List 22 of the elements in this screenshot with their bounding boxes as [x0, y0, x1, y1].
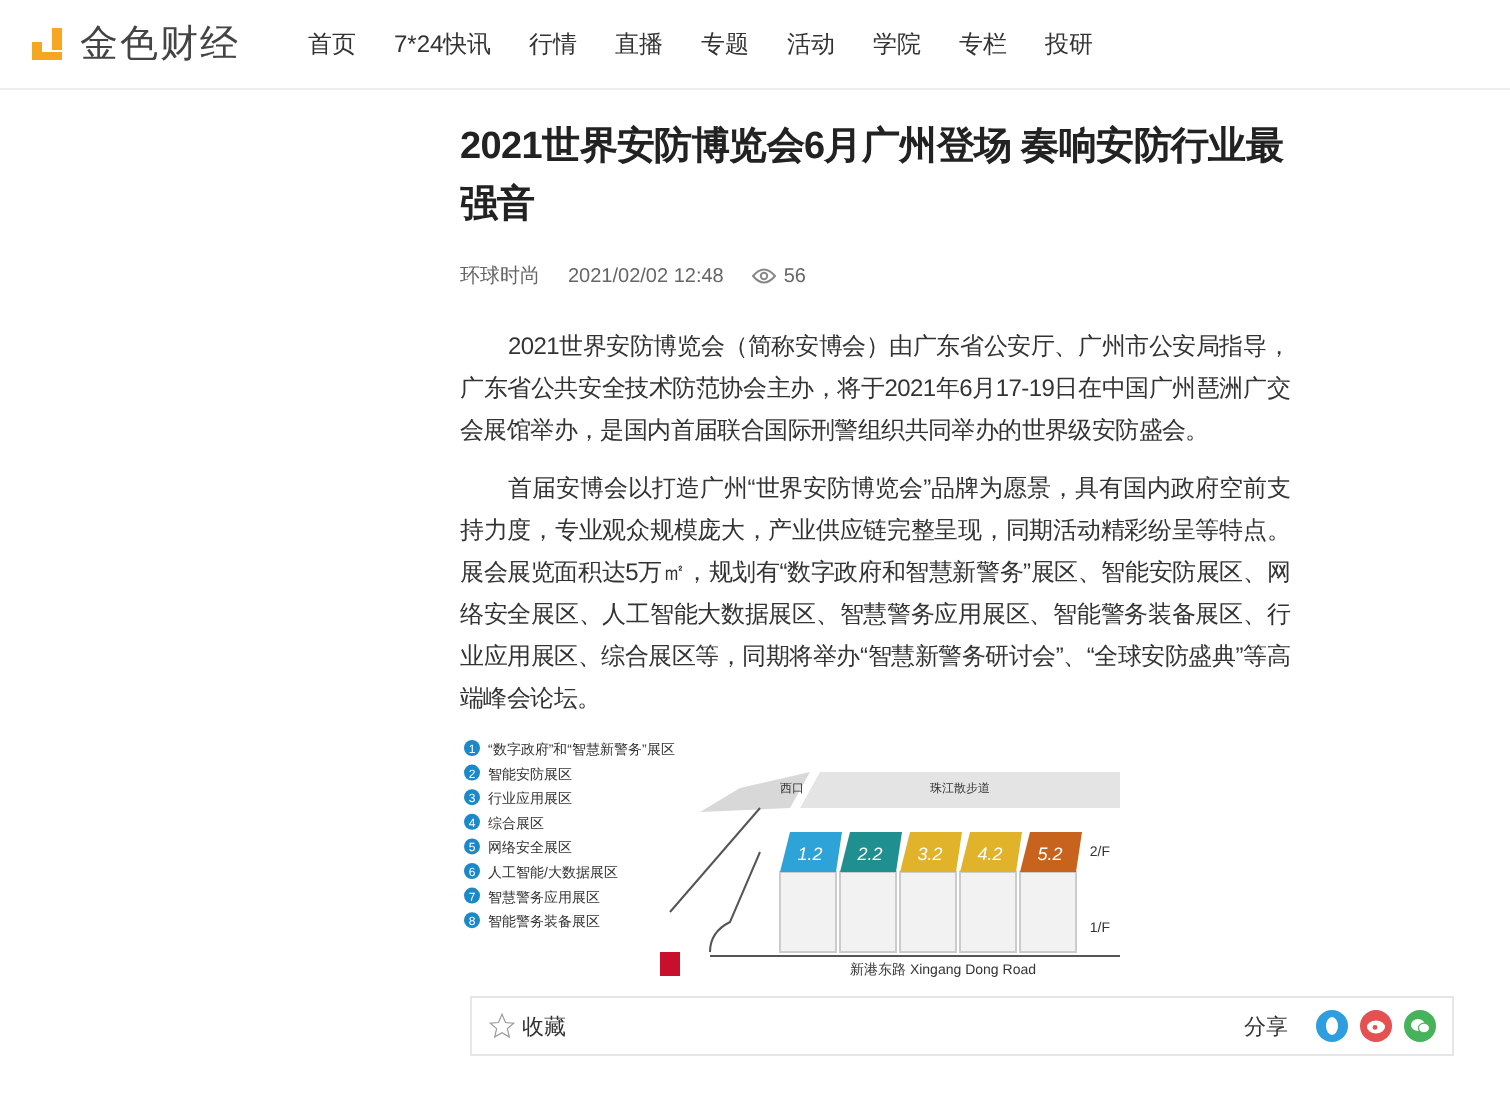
nav-link[interactable]: 投研 [1045, 27, 1094, 61]
nav-link[interactable]: 行情 [529, 27, 578, 61]
nav-link[interactable]: 首页 [308, 27, 356, 61]
article-source: 环球时尚 [460, 263, 540, 290]
nav-link[interactable]: 专栏 [959, 27, 1008, 61]
article-paragraph: 首届安博会以打造广州“世界安防博览会”品牌为愿景，具有国内政府空前支持力度，专业观众规模庞大，产业供应链完整呈现，同期活动精彩纷呈等特点。展会展览面积达5万㎡，规划有“数字政府和智慧新警务”展区、智能安防展区、网络安全展区、人工智能大数据展区、智慧警务应用展区、智能警务装备展区、行业应用展区、综合展区等，同期将举办“智慧新警务研讨会”、“全球安防盛典”等高端峰会论坛。 [460, 472, 1290, 716]
nav-link[interactable]: 专题 [701, 27, 750, 61]
nav-link[interactable]: 活动 [787, 27, 836, 61]
nav-link[interactable]: 直播 [615, 27, 664, 61]
article-date: 2021/02/02 12:48 [568, 265, 724, 287]
article-paragraph: 2021世界安防博览会（简称安博会）由广东省公安厅、广州市公安局指导，广东省公共安全技术防范协会主办，将于2021年6月17-19日在中国广州琶洲广交会展馆举办，是国内首届联合国际刑警组织共同举办的世界级安防盛会。 [460, 330, 1290, 448]
article-title: 2021世界安防博览会6月广州登场 奏响安防行业最强音 [460, 123, 1286, 230]
share-label: 分享 [1244, 1013, 1288, 1041]
nav-link[interactable]: 7*24快讯 [394, 27, 492, 61]
eye-icon [751, 268, 776, 284]
nav-link[interactable]: 学院 [873, 27, 922, 61]
logo-icon [32, 28, 68, 60]
site-logo[interactable]: 金色财经 [80, 18, 240, 70]
view-count: 56 [783, 265, 806, 287]
favorite-button[interactable]: 收藏 [488, 1011, 566, 1041]
star-icon [488, 1012, 516, 1040]
chat-share-icon[interactable] [1404, 1010, 1436, 1042]
